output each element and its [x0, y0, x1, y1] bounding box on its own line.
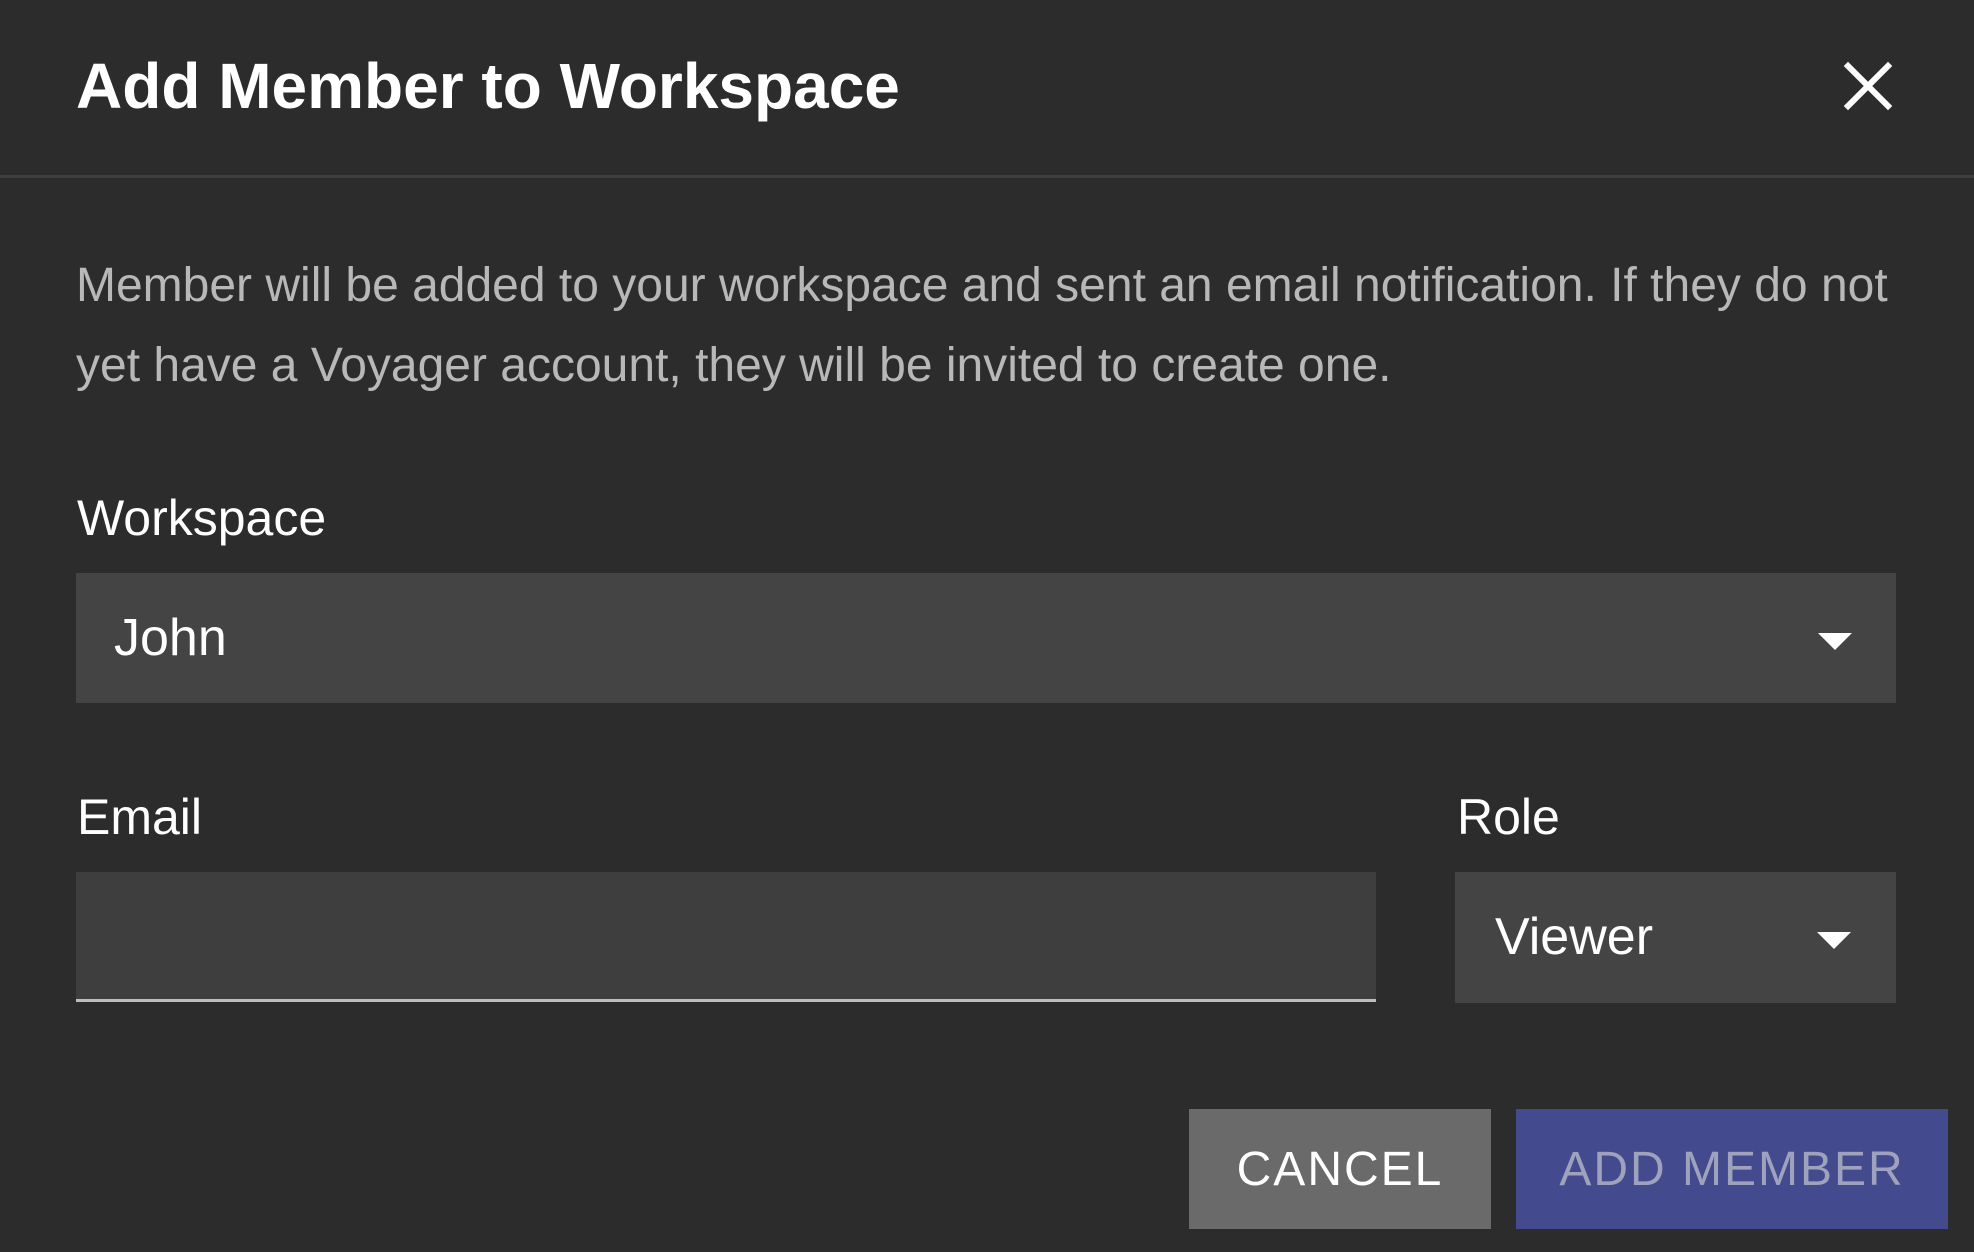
chevron-down-icon [1817, 932, 1851, 949]
email-field[interactable] [76, 872, 1376, 1002]
dialog-header: Add Member to Workspace [0, 0, 1974, 178]
workspace-selected-value: John [114, 609, 227, 667]
add-member-button[interactable]: ADD MEMBER [1516, 1109, 1948, 1229]
close-icon[interactable] [1838, 56, 1898, 116]
workspace-label: Workspace [77, 490, 327, 546]
workspace-select[interactable]: John [76, 573, 1896, 703]
dialog-description: Member will be added to your workspace a… [76, 259, 1888, 392]
email-label: Email [77, 789, 203, 845]
dialog-title: Add Member to Workspace [76, 50, 900, 122]
cancel-button[interactable]: CANCEL [1189, 1109, 1491, 1229]
chevron-down-icon [1818, 633, 1852, 650]
role-select[interactable]: Viewer [1455, 872, 1896, 1003]
add-member-dialog: Add Member to Workspace Member will be a… [0, 0, 1974, 1252]
role-label: Role [1457, 789, 1560, 845]
role-selected-value: Viewer [1495, 908, 1654, 966]
